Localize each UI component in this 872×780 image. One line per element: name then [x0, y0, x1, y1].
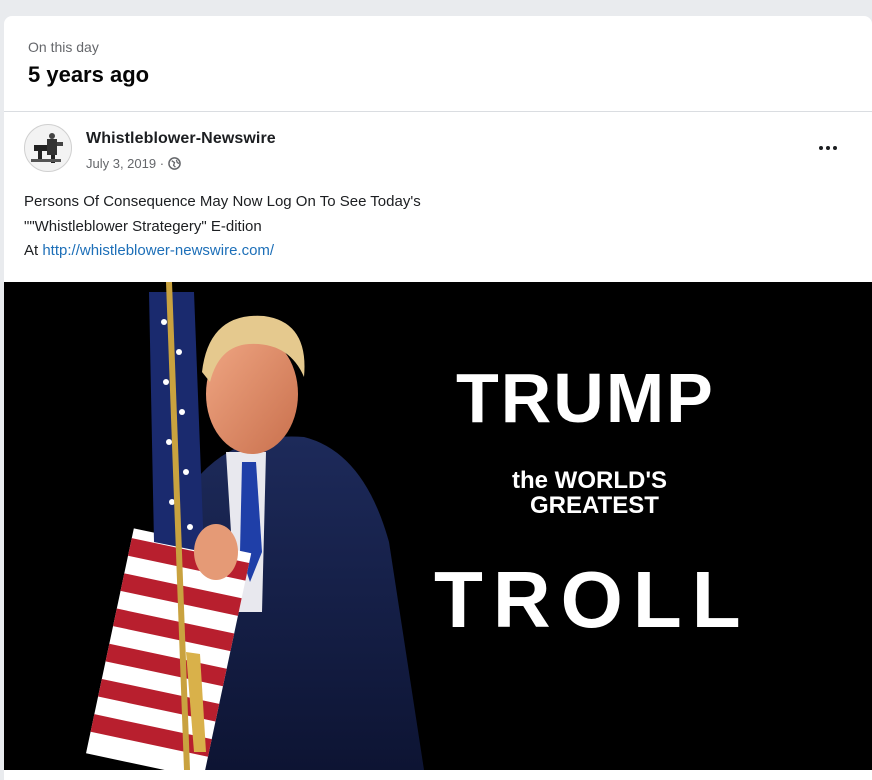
post-text-prefix: At	[24, 242, 43, 259]
page-name[interactable]: Whistleblower-Newswire	[86, 130, 276, 148]
image-headline-trump: TRUMP	[456, 359, 715, 437]
post-text-line-1: Persons Of Consequence May Now Log On To…	[24, 193, 421, 210]
post-image[interactable]: TRUMP the WORLD'S GREATEST TROLL	[4, 282, 872, 770]
post-text-line-3: At http://whistleblower-newswire.com/	[24, 239, 852, 264]
page-logo-icon	[31, 133, 63, 163]
post-meta: July 3, 2019 ·	[86, 156, 181, 171]
globe-icon[interactable]	[168, 157, 181, 170]
avatar[interactable]	[24, 124, 72, 172]
post-header: Whistleblower-Newswire July 3, 2019 ·	[4, 112, 872, 174]
memory-header: On this day 5 years ago	[4, 16, 872, 112]
image-headline-greatest: GREATEST	[530, 492, 659, 519]
memory-label: On this day	[28, 39, 99, 55]
more-options-icon[interactable]	[814, 138, 842, 158]
post-text: Persons Of Consequence May Now Log On To…	[4, 174, 872, 264]
image-headline-troll: TROLL	[434, 555, 751, 644]
post-link[interactable]: http://whistleblower-newswire.com/	[42, 242, 274, 259]
memory-title: 5 years ago	[28, 62, 150, 87]
post-photo	[86, 282, 424, 770]
post-text-line-2: ""Whistleblower Strategery" E-dition	[24, 217, 262, 235]
image-headline-worlds: the WORLD'S	[512, 467, 668, 494]
memory-card: On this day 5 years ago Whistleblower-Ne…	[4, 16, 872, 780]
post-date[interactable]: July 3, 2019 ·	[86, 156, 164, 171]
